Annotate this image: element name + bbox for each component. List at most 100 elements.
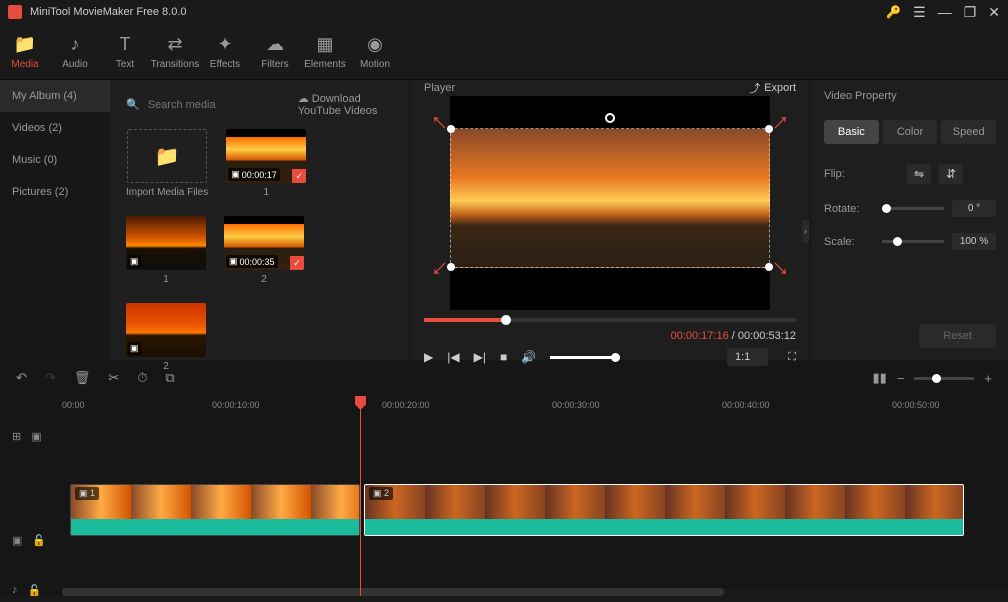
preview-viewport[interactable]: ↑ ↑ ↑ ↑ [450, 96, 770, 310]
delete-button[interactable]: 🗑 [74, 370, 91, 386]
tab-basic[interactable]: Basic [824, 120, 879, 144]
aspect-select[interactable]: 1:1 [727, 348, 768, 366]
titlebar: MiniTool MovieMaker Free 8.0.0 🔑 ☰ — ❐ ✕ [0, 0, 1008, 24]
media-item-picture2[interactable]: ▣ [126, 303, 206, 357]
search-input[interactable] [148, 99, 290, 111]
toolbar-transitions[interactable]: ⇄Transitions [150, 24, 200, 79]
preview-clip[interactable] [450, 128, 770, 268]
lock-icon[interactable]: 🔓 [32, 534, 46, 547]
check-icon: ✓ [290, 256, 304, 270]
player-panel: Player ⤴Export ↑ ↑ ↑ ↑ [412, 80, 808, 360]
app-title: MiniTool MovieMaker Free 8.0.0 [30, 6, 886, 18]
lock-icon[interactable]: 🔓 [28, 584, 42, 597]
audio-track-icon[interactable]: ♪ [12, 584, 18, 596]
crop-button[interactable]: ⧉ [165, 370, 174, 386]
flip-vertical-button[interactable]: ⇵ [939, 164, 963, 184]
scrollbar-thumb[interactable] [62, 588, 724, 596]
timeline-scrollbar[interactable] [62, 588, 1008, 596]
motion-icon: ◉ [367, 34, 383, 55]
check-icon: ✓ [292, 169, 306, 183]
sidebar-item-pictures[interactable]: Pictures (2) [0, 176, 110, 208]
sidebar-item-videos[interactable]: Videos (2) [0, 112, 110, 144]
reset-button[interactable]: Reset [919, 324, 996, 348]
resize-handle[interactable] [447, 125, 455, 133]
undo-button[interactable]: ↶ [16, 370, 27, 386]
film-icon: ▣ [373, 488, 382, 498]
progress-bar[interactable] [424, 318, 796, 322]
player-title: Player [424, 82, 749, 94]
add-track-icon[interactable]: ⊞ [12, 430, 21, 443]
toolbar-media[interactable]: 📁Media [0, 24, 50, 79]
media-item-video2[interactable]: ▣00:00:35 ✓ [224, 216, 304, 270]
download-youtube-link[interactable]: Download YouTube Videos [298, 92, 392, 117]
sidebar-item-myalbum[interactable]: My Album (4) [0, 80, 110, 112]
current-time: 00:00:17:16 [671, 330, 729, 342]
toolbar-text[interactable]: TText [100, 24, 150, 79]
flip-label: Flip: [824, 168, 874, 180]
note-icon: ♪ [71, 34, 80, 55]
toolbar-elements[interactable]: ▦Elements [300, 24, 350, 79]
timeline-clip-1[interactable]: ▣ 1 [70, 484, 360, 536]
maximize-button[interactable]: ❐ [964, 4, 977, 21]
rotate-value[interactable]: 0 ° [952, 200, 996, 217]
timeline-clip-2[interactable]: ▣ 2 [364, 484, 964, 536]
key-icon[interactable]: 🔑 [886, 5, 901, 19]
progress-fill [424, 318, 506, 322]
tab-speed[interactable]: Speed [941, 120, 996, 144]
speed-button[interactable]: ⏱ [137, 370, 147, 386]
media-item-video1[interactable]: ▣00:00:17 ✓ [226, 129, 306, 183]
redo-button[interactable]: ↷ [45, 370, 56, 386]
toolbar-motion[interactable]: ◉Motion [350, 24, 400, 79]
zoom-thumb[interactable] [932, 374, 941, 383]
flip-horizontal-button[interactable]: ⇋ [907, 164, 931, 184]
import-media-button[interactable]: 📁 [127, 129, 207, 183]
sidebar-item-music[interactable]: Music (0) [0, 144, 110, 176]
scale-slider[interactable] [882, 240, 944, 243]
resize-handle[interactable] [765, 263, 773, 271]
grid-icon: ▦ [316, 34, 333, 55]
folder-plus-icon: 📁 [155, 144, 180, 169]
volume-icon[interactable]: 🔊 [521, 350, 536, 364]
media-item-picture1[interactable]: ▣ [126, 216, 206, 270]
zoom-slider[interactable] [914, 377, 974, 380]
sparkle-icon: ✦ [217, 34, 232, 55]
volume-slider[interactable] [550, 356, 620, 359]
resize-handle[interactable] [765, 125, 773, 133]
media-panel: My Album (4) Videos (2) Music (0) Pictur… [0, 80, 408, 360]
toolbar-filters[interactable]: ☁Filters [250, 24, 300, 79]
text-icon: T [120, 34, 131, 55]
playhead[interactable] [360, 396, 361, 596]
timeline-ruler[interactable]: 00:00 00:00:10:00 00:00:20:00 00:00:30:0… [0, 396, 1008, 422]
menu-icon[interactable]: ☰ [913, 4, 926, 21]
scale-value[interactable]: 100 % [952, 233, 996, 250]
slider-thumb[interactable] [882, 204, 891, 213]
search-icon: 🔍 [126, 98, 140, 111]
progress-thumb[interactable] [501, 315, 511, 325]
tab-color[interactable]: Color [883, 120, 938, 144]
rotate-slider[interactable] [882, 207, 944, 210]
rotate-handle[interactable] [605, 113, 615, 123]
toolbar-effects[interactable]: ✦Effects [200, 24, 250, 79]
collapse-chevron-icon[interactable]: › [802, 220, 809, 242]
film-icon: ▣ [231, 169, 240, 180]
video-track-icon[interactable]: ▣ [12, 534, 22, 547]
zoom-out-button[interactable]: − [897, 371, 905, 386]
volume-thumb[interactable] [611, 353, 620, 362]
prev-button[interactable]: |◀ [447, 350, 459, 364]
zoom-in-button[interactable]: + [984, 371, 992, 386]
duration-badge: ▣00:00:35 [226, 255, 278, 268]
cut-button[interactable]: ✂ [108, 370, 119, 386]
close-button[interactable]: ✕ [988, 4, 1000, 21]
next-button[interactable]: ▶| [474, 350, 486, 364]
minimize-button[interactable]: — [938, 4, 952, 20]
layers-icon[interactable]: ▣ [31, 430, 41, 443]
fullscreen-button[interactable]: ⛶ [788, 351, 796, 364]
fit-button[interactable]: ▮▮ [873, 370, 887, 386]
play-button[interactable]: ▶ [424, 350, 433, 364]
resize-handle[interactable] [447, 263, 455, 271]
stop-button[interactable]: ■ [500, 350, 507, 364]
export-button[interactable]: ⤴Export [749, 80, 796, 96]
slider-thumb[interactable] [893, 237, 902, 246]
total-time: / 00:00:53:12 [729, 330, 796, 342]
toolbar-audio[interactable]: ♪Audio [50, 24, 100, 79]
